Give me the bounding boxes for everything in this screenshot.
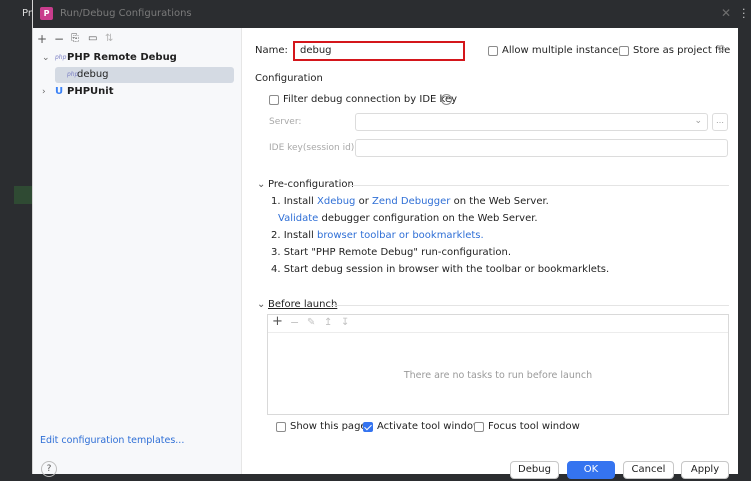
tasks-empty-text: There are no tasks to run before launch <box>403 370 593 381</box>
step-text: 1. Install <box>271 196 314 207</box>
allow-multiple-checkbox[interactable] <box>488 46 498 56</box>
tree-toolbar: + − ⎘ ▭ ⇅ <box>33 31 242 47</box>
chevron-right-icon[interactable]: › <box>42 84 46 100</box>
before-launch-tasks-list[interactable]: + − ✎ ↥ ↧ There are no tasks to run befo… <box>267 314 729 415</box>
store-as-project-checkbox[interactable] <box>619 46 629 56</box>
preconfig-step-1b: Validate debugger configuration on the W… <box>278 213 538 224</box>
preconfig-step-4: 4. Start debug session in browser with t… <box>271 264 610 275</box>
focus-tool-window-checkbox[interactable] <box>474 422 484 432</box>
step-text: 2. Install <box>271 230 314 241</box>
tree-item-phpunit[interactable]: › U PHPUnit <box>33 84 242 100</box>
cancel-button[interactable]: Cancel <box>623 461 674 479</box>
step-text: debugger configuration on the Web Server… <box>321 213 538 224</box>
filter-ide-key-label: Filter debug connection by IDE key <box>283 94 458 105</box>
move-down-icon: ↧ <box>341 317 350 328</box>
ide-edge-left <box>0 0 8 481</box>
chevron-down-icon: ⌄ <box>694 116 702 126</box>
step-text: or <box>358 196 369 207</box>
configurations-tree-panel: + − ⎘ ▭ ⇅ ⌄ php PHP Remote Debug php deb… <box>33 28 242 477</box>
name-label: Name: <box>255 45 288 56</box>
activate-tool-window-checkbox[interactable] <box>363 422 373 432</box>
chevron-down-icon[interactable]: ⌄ <box>42 50 50 66</box>
chevron-down-icon[interactable]: ⌄ <box>257 179 265 190</box>
help-icon[interactable]: ? <box>441 94 452 105</box>
configuration-form: Name: debug Allow multiple instances Sto… <box>243 28 739 479</box>
tree-item-label: debug <box>77 69 109 80</box>
preconfig-section-title: Pre-configuration <box>268 179 354 190</box>
section-divider <box>331 305 729 306</box>
edit-icon: ✎ <box>307 317 316 328</box>
edit-configuration-templates-link[interactable]: Edit configuration templates... <box>40 435 184 446</box>
ide-key-label: IDE key(session id): <box>269 143 358 153</box>
folder-icon[interactable]: ▭ <box>88 31 97 47</box>
ide-edge-right: · · · <box>738 0 751 481</box>
gear-icon[interactable]: ⚙ <box>717 44 726 55</box>
ide-project-panel: Pr <box>8 0 32 481</box>
close-icon[interactable]: ✕ <box>721 6 731 20</box>
server-select[interactable]: ⌄ <box>355 113 708 131</box>
configuration-section-title: Configuration <box>255 73 323 84</box>
section-divider <box>349 185 729 186</box>
before-launch-section-title: Before launch <box>268 299 338 310</box>
tree-item-php-remote-debug[interactable]: ⌄ php PHP Remote Debug <box>33 50 242 66</box>
zend-debugger-link[interactable]: Zend Debugger <box>372 196 450 207</box>
focus-tool-window-label: Focus tool window <box>488 421 580 432</box>
tree-item-label: PHPUnit <box>67 86 114 97</box>
tree-item-label: PHP Remote Debug <box>67 52 177 63</box>
show-this-page-checkbox[interactable] <box>276 422 286 432</box>
move-up-icon: ↥ <box>324 317 333 328</box>
store-as-project-label: Store as project file <box>633 45 731 56</box>
validate-link[interactable]: Validate <box>278 213 318 224</box>
step-text: on the Web Server. <box>453 196 549 207</box>
allow-multiple-label: Allow multiple instances <box>502 45 624 56</box>
copy-icon[interactable]: ⎘ <box>71 31 79 47</box>
more-vertical-icon[interactable]: · · · <box>742 4 746 23</box>
dialog-title: Run/Debug Configurations <box>60 8 192 19</box>
activate-tool-window-label: Activate tool window <box>377 421 482 432</box>
apply-button[interactable]: Apply <box>681 461 729 479</box>
preconfig-step-1: 1. Install Xdebug or Zend Debugger on th… <box>271 196 549 207</box>
xdebug-link[interactable]: Xdebug <box>317 196 355 207</box>
show-this-page-label: Show this page <box>290 421 367 432</box>
add-icon[interactable]: + <box>272 314 283 329</box>
ide-key-input[interactable] <box>355 139 728 157</box>
browse-servers-button[interactable]: … <box>712 113 728 131</box>
ok-button[interactable]: OK <box>567 461 615 479</box>
php-icon: php <box>55 54 67 61</box>
name-input[interactable]: debug <box>293 41 465 61</box>
sort-icon[interactable]: ⇅ <box>105 31 113 47</box>
remove-icon: − <box>290 316 300 329</box>
preconfig-step-2: 2. Install browser toolbar or bookmarkle… <box>271 230 484 241</box>
preconfig-step-3: 3. Start "PHP Remote Debug" run-configur… <box>271 247 512 258</box>
run-debug-configurations-dialog: P Run/Debug Configurations ✕ + − ⎘ ▭ ⇅ ⌄… <box>32 0 739 479</box>
server-label: Server: <box>269 117 302 127</box>
tasks-toolbar: + − ✎ ↥ ↧ <box>268 314 728 333</box>
filter-ide-key-checkbox[interactable] <box>269 95 279 105</box>
ide-gutter-highlight <box>14 186 32 204</box>
browser-toolbar-link[interactable]: browser toolbar or bookmarklets. <box>317 230 484 241</box>
help-icon[interactable]: ? <box>41 461 57 477</box>
phpunit-icon: U <box>55 86 64 97</box>
ide-project-label: Pr <box>22 8 32 19</box>
remove-icon[interactable]: − <box>54 31 64 47</box>
add-icon[interactable]: + <box>37 31 47 47</box>
debug-button[interactable]: Debug <box>510 461 559 479</box>
dialog-titlebar: P Run/Debug Configurations ✕ <box>33 0 739 28</box>
phpstorm-app-icon: P <box>40 7 53 20</box>
tree-item-debug[interactable]: php debug <box>55 67 234 83</box>
chevron-down-icon[interactable]: ⌄ <box>257 299 265 310</box>
